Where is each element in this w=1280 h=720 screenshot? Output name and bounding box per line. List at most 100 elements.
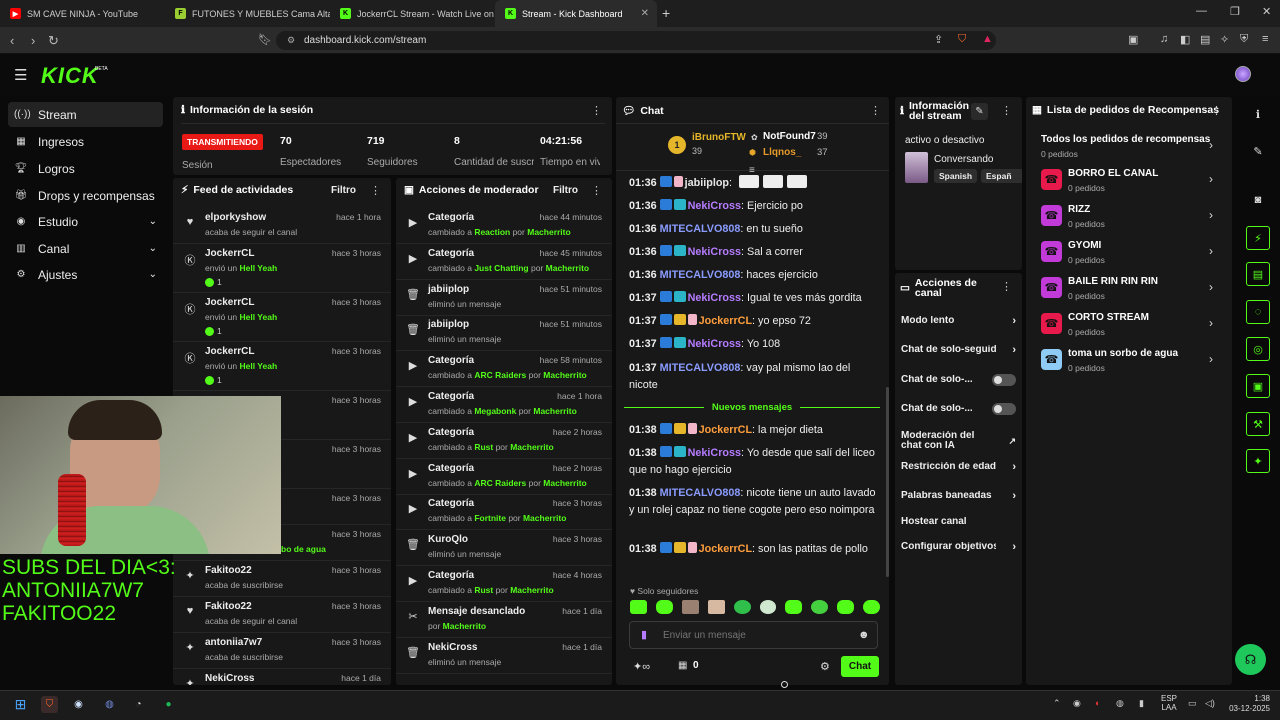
settings-gear-icon[interactable]: ⚙ bbox=[820, 660, 830, 673]
sidebar-item-stream[interactable]: ((·)) Stream bbox=[8, 102, 163, 127]
top-gifter-name[interactable]: iBrunoFTW bbox=[692, 132, 746, 143]
reward-item[interactable]: ☎ RIZZ 0 pedidos › bbox=[1041, 202, 1221, 232]
sidebar-item-ajustes[interactable]: ⚙ Ajustes ⌄ bbox=[8, 262, 163, 287]
chat-scrollbar[interactable] bbox=[886, 387, 889, 577]
vpn-icon[interactable]: ⛨ bbox=[1240, 33, 1248, 46]
wrench-icon[interactable]: ⚒ bbox=[1246, 412, 1270, 436]
more-options-icon[interactable]: ⋮ bbox=[1001, 280, 1012, 293]
more-options-icon[interactable]: ⋮ bbox=[870, 104, 881, 117]
feed-user[interactable]: elporkyshow bbox=[205, 212, 266, 223]
more-options-icon[interactable]: ⋮ bbox=[591, 184, 602, 197]
lightning-icon[interactable]: ⚡︎ bbox=[1246, 226, 1270, 250]
mod-actions-icon[interactable]: ▣ bbox=[1246, 374, 1270, 398]
sidebar-item-estudio[interactable]: ◉ Estudio ⌄ bbox=[8, 209, 163, 234]
reload-icon[interactable]: ↻ bbox=[48, 33, 59, 49]
mod-action-title[interactable]: Categoría bbox=[428, 248, 474, 259]
user-avatar[interactable] bbox=[1235, 66, 1251, 82]
rewards-icon[interactable]: ✦ bbox=[1246, 449, 1270, 473]
support-chat-icon[interactable]: ☊ bbox=[1235, 644, 1266, 675]
more-options-icon[interactable]: ⋮ bbox=[1001, 104, 1012, 117]
back-icon[interactable]: ‹ bbox=[10, 33, 14, 48]
sidebar-item-logros[interactable]: 🏆︎ Logros bbox=[8, 156, 163, 181]
emoji-icon[interactable]: ☻ bbox=[858, 629, 870, 641]
channel-action-item[interactable]: Chat de solo-... bbox=[901, 374, 1016, 386]
mod-action-title[interactable]: Categoría bbox=[428, 498, 474, 509]
new-tab-button[interactable]: + bbox=[662, 5, 670, 21]
gifter-name[interactable]: Llqnos_ bbox=[763, 147, 801, 158]
document-icon[interactable]: ▤ bbox=[1246, 262, 1270, 286]
channel-action-item[interactable]: Restricción de edad › bbox=[901, 462, 1016, 473]
channel-action-item[interactable]: Chat de solo-seguido › bbox=[901, 345, 1016, 356]
mod-action-title[interactable]: NekiCross bbox=[428, 642, 477, 653]
emote-icon[interactable] bbox=[707, 600, 725, 614]
brave-browser-icon[interactable]: ⛉ bbox=[41, 696, 58, 713]
clock[interactable]: 1:38 03-12-2025 bbox=[1224, 694, 1270, 714]
emote-icon[interactable] bbox=[863, 600, 881, 614]
chat-username[interactable]: JockerrCL bbox=[699, 543, 752, 555]
reward-item[interactable]: ☎ toma un sorbo de agua 0 pedidos › bbox=[1041, 346, 1221, 376]
close-tab-icon[interactable]: ✕ bbox=[635, 8, 649, 19]
kick-logo[interactable]: KICK bbox=[41, 63, 99, 89]
info-icon[interactable]: ℹ bbox=[1246, 102, 1270, 126]
emote-icon[interactable] bbox=[681, 600, 699, 614]
mod-action-title[interactable]: Categoría bbox=[428, 570, 474, 581]
chat-username[interactable]: NekiCross bbox=[688, 200, 741, 212]
filter-button[interactable]: Filtro bbox=[331, 185, 356, 196]
mod-action-title[interactable]: jabiiplop bbox=[428, 284, 469, 295]
broadcast-icon[interactable]: ◎ bbox=[1246, 337, 1270, 361]
send-chat-button[interactable]: Chat bbox=[841, 656, 879, 677]
browser-tab[interactable]: ▶ SM CAVE NINJA - YouTube bbox=[0, 0, 165, 27]
mod-action-title[interactable]: Categoría bbox=[428, 391, 474, 402]
emote-icon[interactable] bbox=[655, 600, 673, 614]
chat-username[interactable]: NekiCross bbox=[688, 338, 741, 350]
mod-action-title[interactable]: Categoría bbox=[428, 355, 474, 366]
volume-icon[interactable]: ◁) bbox=[1205, 698, 1215, 709]
spotify-icon[interactable]: ● bbox=[160, 696, 177, 713]
browser-tab[interactable]: F FUTONES Y MUEBLES Cama Alta 1.5 bbox=[165, 0, 330, 27]
steam-icon[interactable]: ◉ bbox=[70, 696, 87, 713]
forward-icon[interactable]: › bbox=[31, 33, 35, 48]
mic-tray-icon[interactable]: ▮ bbox=[1139, 698, 1144, 709]
browser-tab[interactable]: K JockerrCL Stream - Watch Live on Kic bbox=[330, 0, 495, 27]
chat-username[interactable]: jabiiplop bbox=[685, 177, 729, 189]
mod-action-title[interactable]: jabiiplop bbox=[428, 319, 469, 330]
edit-icon[interactable]: ✎ bbox=[1246, 139, 1270, 163]
chat-username[interactable]: MITECALVO808 bbox=[660, 223, 741, 235]
feed-user[interactable]: NekiCross bbox=[205, 673, 254, 684]
more-options-icon[interactable]: ⋮ bbox=[1211, 104, 1222, 117]
chat-username[interactable]: JockerrCL bbox=[699, 315, 752, 327]
restore-icon[interactable]: ❐ bbox=[1230, 5, 1240, 18]
feed-user[interactable]: JockerrCL bbox=[205, 346, 254, 357]
mod-action-title[interactable]: Categoría bbox=[428, 427, 474, 438]
chat-username[interactable]: MITECALVO808 bbox=[660, 487, 741, 499]
windows-start-icon[interactable]: ⊞ bbox=[12, 696, 29, 713]
kick-points-icon[interactable]: ✦∞ bbox=[633, 660, 650, 673]
more-options-icon[interactable]: ⋮ bbox=[591, 104, 602, 117]
feed-user[interactable]: JockerrCL bbox=[205, 297, 254, 308]
emote-icon[interactable] bbox=[630, 600, 647, 614]
feed-user[interactable]: Fakitoo22 bbox=[205, 565, 252, 576]
chat-username[interactable]: JockerrCL bbox=[699, 424, 752, 436]
filter-button[interactable]: Filtro bbox=[553, 185, 578, 196]
chat-username[interactable]: NekiCross bbox=[688, 447, 741, 459]
mod-action-title[interactable]: Categoría bbox=[428, 212, 474, 223]
sidebar-item-ingresos[interactable]: ▦ Ingresos bbox=[8, 129, 163, 154]
show-hidden-icons[interactable]: ⌃ bbox=[1053, 698, 1061, 709]
emote-icon[interactable] bbox=[785, 600, 803, 614]
edit-icon[interactable]: ✎ bbox=[971, 103, 988, 120]
reward-item[interactable]: ☎ BAILE RIN RIN RIN 0 pedidos › bbox=[1041, 274, 1221, 304]
chat-username[interactable]: NekiCross bbox=[688, 246, 741, 258]
brave-rewards-icon[interactable]: ▲ bbox=[982, 33, 993, 45]
emote-icon[interactable] bbox=[811, 600, 829, 614]
rewards-all-item[interactable]: Todos los pedidos de recompensas 0 pedid… bbox=[1041, 132, 1221, 162]
chat-username[interactable]: MITECALVO808 bbox=[660, 269, 741, 281]
mod-action-title[interactable]: Categoría bbox=[428, 463, 474, 474]
leo-ai-icon[interactable]: ✧ bbox=[1220, 33, 1229, 46]
feed-user[interactable]: antoniia7w7 bbox=[205, 637, 262, 648]
site-info-icon[interactable]: ⚙ bbox=[287, 35, 295, 46]
chat-username[interactable]: MITECALVO808 bbox=[660, 362, 741, 374]
gifter-name[interactable]: NotFound7 bbox=[763, 131, 816, 142]
camera-preview-icon[interactable]: ◙ bbox=[1246, 188, 1270, 212]
feed-user[interactable]: Fakitoo22 bbox=[205, 601, 252, 612]
discord-tray-icon[interactable]: ◍ bbox=[1116, 698, 1124, 709]
